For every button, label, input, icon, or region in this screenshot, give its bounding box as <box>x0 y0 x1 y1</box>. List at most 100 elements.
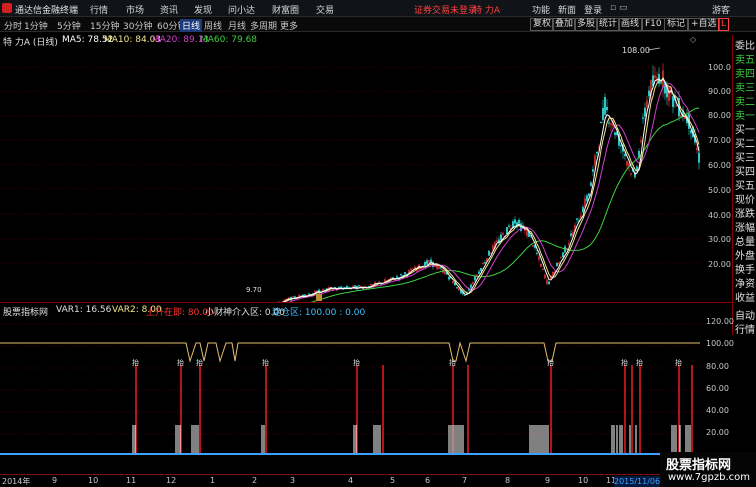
add-watchlist-button[interactable]: +自选 <box>688 18 720 31</box>
multi-stock-button[interactable]: 多股 <box>574 18 599 31</box>
date-tick: 12 <box>166 476 177 485</box>
quote-label[interactable]: 收益 <box>735 289 755 304</box>
watermark-title: 股票指标网 <box>666 458 732 473</box>
level-icon[interactable]: L <box>718 18 730 31</box>
low-price-label: 9.70 <box>246 286 262 294</box>
date-tick: 4 <box>348 476 354 485</box>
period-30min[interactable]: 30分钟 <box>123 19 152 32</box>
period-toolbar: 分时 1分钟 5分钟 15分钟 30分钟 60分钟 日线 周线 月线 多周期 更… <box>0 17 756 32</box>
quote-label[interactable]: 外盘 <box>735 247 755 262</box>
candle <box>600 121 602 124</box>
menu-ask[interactable]: 问小达 <box>228 3 255 16</box>
watermark: 股票指标网 www.7gpzb.com <box>660 452 756 487</box>
candle <box>698 152 700 163</box>
quote-label[interactable]: 总量 <box>735 233 755 248</box>
login-warning[interactable]: 证券交易未登录 <box>414 3 477 16</box>
price-tick: 100.0 <box>708 63 731 72</box>
quote-label[interactable]: 委比 <box>735 37 755 52</box>
quote-label[interactable]: 卖五 <box>735 51 755 66</box>
quote-label[interactable]: 涨跌 <box>735 205 755 220</box>
mark-button[interactable]: 标记 <box>664 18 689 31</box>
quote-label[interactable]: 买一 <box>735 121 755 136</box>
period-5min[interactable]: 5分钟 <box>57 19 81 32</box>
auto-quote-label[interactable]: 自动 <box>735 307 755 322</box>
quote-label[interactable]: 买四 <box>735 163 755 178</box>
candle <box>562 252 564 258</box>
menu-quotes[interactable]: 行情 <box>90 3 108 16</box>
candle <box>642 117 644 119</box>
login-button[interactable]: 登录 <box>584 3 602 16</box>
candle <box>512 221 514 228</box>
price-tick: 30.00 <box>708 235 731 244</box>
menu-trade[interactable]: 交易 <box>316 3 334 16</box>
candle <box>338 287 340 289</box>
candle <box>456 287 458 289</box>
date-tick: 2014年 <box>2 477 31 486</box>
quote-label[interactable]: 换手 <box>735 261 755 276</box>
new-page-button[interactable]: 新面 <box>558 3 576 16</box>
candle <box>292 296 294 298</box>
date-tick: 7 <box>462 476 468 485</box>
candle <box>470 284 472 288</box>
event-marker-icon[interactable] <box>316 294 322 301</box>
menu-wealth[interactable]: 财富圈 <box>272 3 299 16</box>
candle <box>548 281 550 284</box>
chart-options-icon[interactable]: ◇ <box>690 35 697 44</box>
price-chart[interactable]: 108.00 9.70 ◇ <box>0 32 732 302</box>
quote-label[interactable]: 买五 <box>735 177 755 192</box>
period-15min[interactable]: 15分钟 <box>90 19 119 32</box>
period-1min[interactable]: 1分钟 <box>24 19 48 32</box>
quote-label[interactable]: 涨幅 <box>735 219 755 234</box>
quote-label[interactable]: 卖一 <box>735 107 755 122</box>
app-logo-icon <box>2 3 12 13</box>
date-tick: 5 <box>390 476 396 485</box>
candle <box>648 90 650 97</box>
quote-label[interactable]: 卖三 <box>735 79 755 94</box>
date-tick: 10 <box>88 476 99 485</box>
app-title: 通达信金融终端 <box>15 6 79 16</box>
draw-button[interactable]: 画线 <box>618 18 643 31</box>
period-multi[interactable]: 多周期 <box>250 19 277 32</box>
ma60-line <box>310 107 700 302</box>
period-weekly[interactable]: 周线 <box>204 19 222 32</box>
quote-label[interactable]: 卖四 <box>735 65 755 80</box>
period-more[interactable]: 更多 <box>280 19 298 32</box>
candle <box>536 252 538 254</box>
candle <box>440 267 442 269</box>
candle <box>488 250 490 256</box>
auto-quote-label[interactable]: 行情 <box>735 321 755 336</box>
signal-label: 抬 <box>547 358 554 367</box>
high-price-label: 108.00 <box>622 46 650 55</box>
date-tick: 11 <box>126 476 137 485</box>
candle <box>404 272 406 274</box>
quote-label[interactable]: 卖二 <box>735 93 755 108</box>
date-tick: 9 <box>545 476 551 485</box>
candle <box>644 107 646 117</box>
f10-button[interactable]: F10 <box>642 18 665 31</box>
signal-label: 抬 <box>353 358 360 367</box>
candle <box>604 96 606 115</box>
function-button[interactable]: 功能 <box>532 3 550 16</box>
quote-label[interactable]: 买三 <box>735 149 755 164</box>
date-tick: 8 <box>505 476 511 485</box>
stock-name-top: 特 力A <box>473 6 501 16</box>
indicator-tick: 40.00 <box>706 406 729 415</box>
overlay-button[interactable]: 叠加 <box>552 18 577 31</box>
signal-label: 抬 <box>177 358 184 367</box>
adjust-button[interactable]: 复权 <box>530 18 555 31</box>
price-tick: 80.00 <box>708 111 731 120</box>
quote-label[interactable]: 买二 <box>735 135 755 150</box>
menu-market[interactable]: 市场 <box>126 3 144 16</box>
period-daily[interactable]: 日线 <box>180 19 203 32</box>
menu-discover[interactable]: 发现 <box>194 3 212 16</box>
quote-label[interactable]: 现价 <box>735 191 755 206</box>
period-timeshare[interactable]: 分时 <box>4 19 22 32</box>
menu-news[interactable]: 资讯 <box>160 3 178 16</box>
quote-label[interactable]: 净资 <box>735 275 755 290</box>
price-tick: 20.00 <box>708 260 731 269</box>
stats-button[interactable]: 统计 <box>596 18 621 31</box>
guest-label[interactable]: 游客 <box>712 3 730 16</box>
indicator-chart[interactable]: 抬抬抬抬抬抬抬抬抬抬 <box>0 303 732 474</box>
period-monthly[interactable]: 月线 <box>228 19 246 32</box>
window-controls-icon[interactable]: ▫ ▭ <box>610 3 627 13</box>
